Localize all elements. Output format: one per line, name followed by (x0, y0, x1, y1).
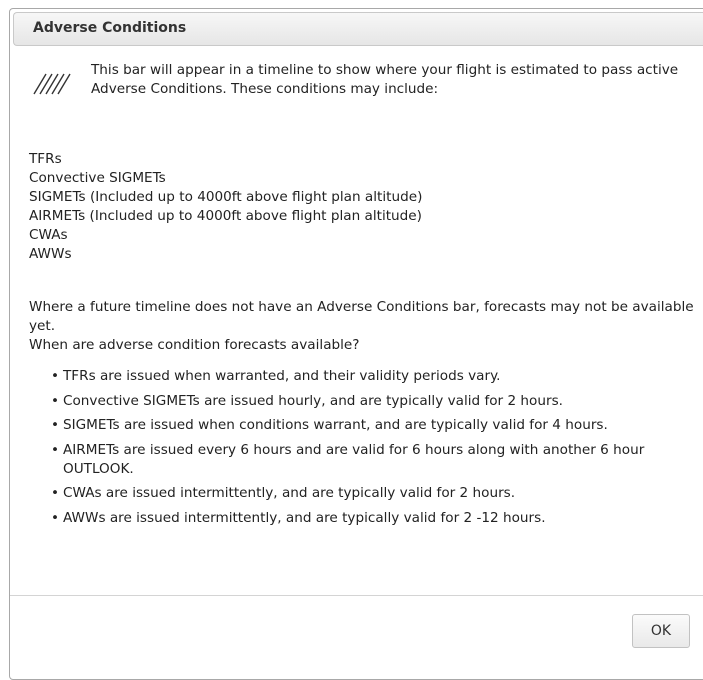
condition-item: TFRs (29, 151, 62, 167)
forecast-detail-item: SIGMETs are issued when conditions warra… (29, 416, 703, 435)
bullet-text: Where a future timeline does not have an… (29, 299, 694, 334)
bullet-item: Where a future timeline does not have an… (10, 298, 700, 336)
info-bullets: Where a future timeline does not have an… (10, 298, 700, 534)
ok-button[interactable]: OK (632, 614, 690, 648)
dialog-title: Adverse Conditions (33, 20, 187, 36)
bullet-text: When are adverse condition forecasts ava… (29, 337, 360, 353)
forecast-details-list: TFRs are issued when warranted, and thei… (29, 367, 700, 528)
dialog-titlebar: Adverse Conditions (13, 12, 703, 46)
intro-text: This bar will appear in a timeline to sh… (91, 62, 679, 97)
condition-item: SIGMETs (Included up to 4000ft above fli… (29, 189, 423, 205)
hatched-bar-icon (33, 73, 71, 95)
conditions-list: TFRs Convective SIGMETs SIGMETs (Include… (29, 150, 422, 264)
forecast-detail-item: TFRs are issued when warranted, and thei… (29, 367, 703, 386)
forecast-detail-item: AWWs are issued intermittently, and are … (29, 509, 703, 528)
adverse-conditions-dialog: Adverse Conditions This bar will appear … (9, 8, 703, 680)
condition-item: CWAs (29, 227, 68, 243)
condition-item: Convective SIGMETs (29, 170, 166, 186)
forecast-detail-item: CWAs are issued intermittently, and are … (29, 484, 703, 503)
bullet-item: When are adverse condition forecasts ava… (10, 336, 700, 528)
forecast-detail-item: AIRMETs are issued every 6 hours and are… (29, 441, 703, 479)
forecast-detail-item: Convective SIGMETs are issued hourly, an… (29, 392, 703, 411)
condition-item: AIRMETs (Included up to 4000ft above fli… (29, 208, 422, 224)
condition-item: AWWs (29, 246, 72, 262)
button-pane-divider (10, 595, 703, 596)
